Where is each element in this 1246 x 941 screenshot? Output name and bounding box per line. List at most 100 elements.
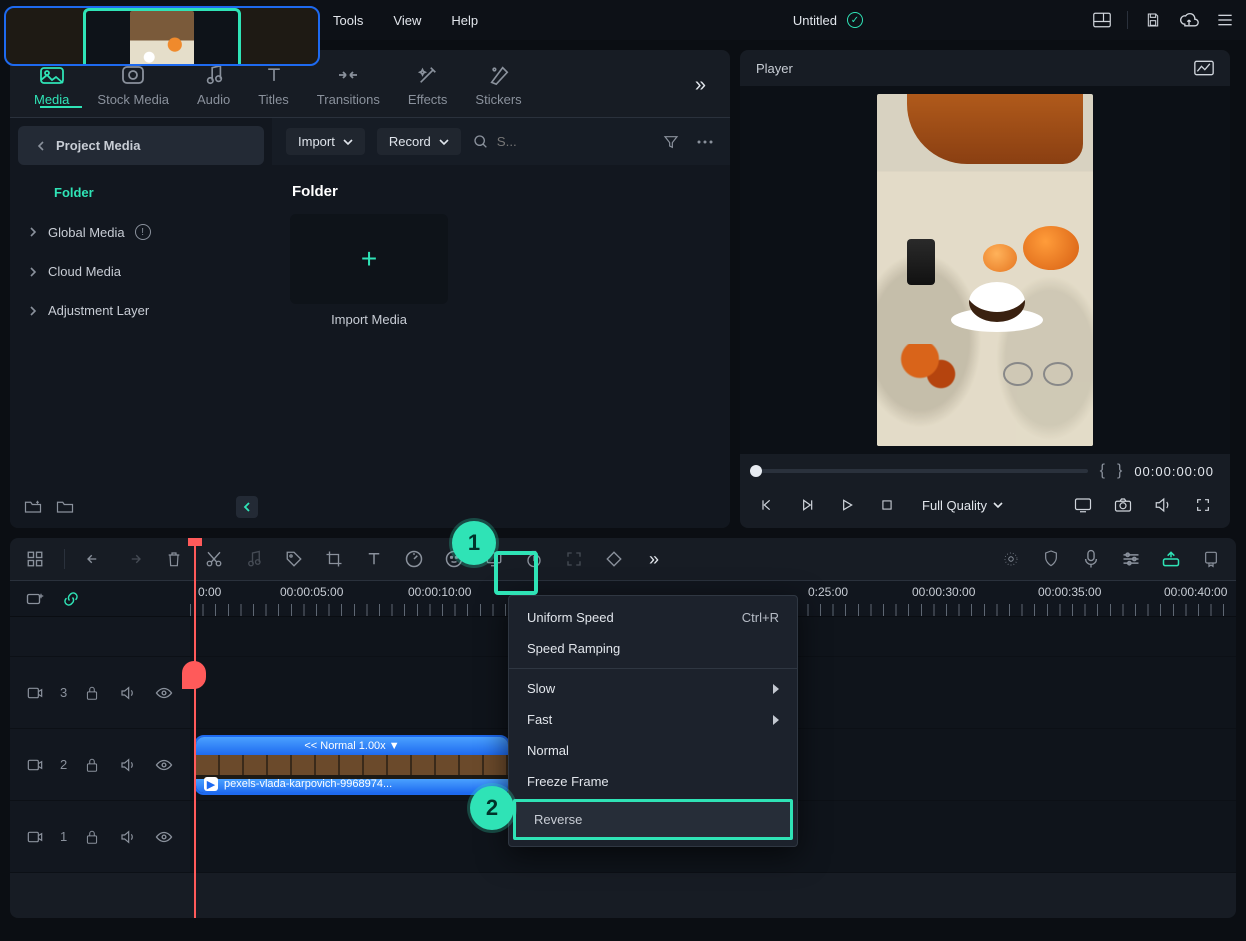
search-input[interactable] <box>495 133 523 150</box>
playhead[interactable] <box>194 538 196 918</box>
link-icon[interactable] <box>60 588 82 610</box>
menu-tools[interactable]: Tools <box>333 13 363 28</box>
normal-label: Normal <box>527 743 569 758</box>
play-next-button[interactable] <box>796 494 818 516</box>
lock-icon[interactable] <box>81 826 103 848</box>
cut-icon[interactable] <box>203 548 225 570</box>
undo-icon[interactable] <box>83 548 105 570</box>
tab-effects[interactable]: Effects <box>408 64 448 107</box>
focus-icon[interactable] <box>563 548 585 570</box>
tabs-overflow-icon[interactable]: » <box>695 74 706 97</box>
text-icon[interactable] <box>363 548 385 570</box>
tab-titles[interactable]: Titles <box>258 64 289 107</box>
sidebar-folder[interactable]: Folder <box>10 173 272 212</box>
mark-in-icon[interactable]: { <box>1100 462 1105 480</box>
prev-frame-button[interactable] <box>756 494 778 516</box>
search-field[interactable] <box>473 133 523 150</box>
sidebar-global-media[interactable]: Global Media ! <box>10 212 272 252</box>
sidebar-project-media[interactable]: Project Media <box>18 126 264 165</box>
grid-icon[interactable] <box>24 548 46 570</box>
titles-icon <box>261 64 287 86</box>
menu-speed-ramping[interactable]: Speed Ramping <box>509 633 797 664</box>
play-button[interactable] <box>836 494 858 516</box>
visibility-icon[interactable] <box>153 682 175 704</box>
document-title-area: Untitled ✓ <box>793 12 863 28</box>
snapshot-icon[interactable] <box>1112 494 1134 516</box>
overflow-icon[interactable]: » <box>643 548 665 570</box>
video-track-icon[interactable] <box>24 826 46 848</box>
player-stage[interactable] <box>740 86 1230 454</box>
mark-out-icon[interactable]: } <box>1117 462 1122 480</box>
microphone-icon[interactable] <box>1080 548 1102 570</box>
tab-audio[interactable]: Audio <box>197 64 230 107</box>
scrub-track[interactable] <box>756 469 1088 473</box>
new-folder-icon[interactable] <box>24 498 42 516</box>
import-dropdown[interactable]: Import <box>286 128 365 155</box>
track-2-head: 2 <box>10 729 190 800</box>
crop-icon[interactable] <box>323 548 345 570</box>
clip-speed-bar[interactable]: << Normal 1.00x ▼ <box>196 737 508 755</box>
filter-icon[interactable] <box>660 131 682 153</box>
menu-view[interactable]: View <box>393 13 421 28</box>
save-icon[interactable] <box>1142 9 1164 31</box>
mute-icon[interactable] <box>117 754 139 776</box>
chevron-down-icon <box>343 137 353 147</box>
ruler-label: 00:00:10:00 <box>408 585 471 599</box>
video-track-icon[interactable] <box>24 682 46 704</box>
tab-media[interactable]: Media <box>34 64 69 107</box>
folder-icon[interactable] <box>56 498 74 516</box>
audio-icon <box>201 64 227 86</box>
graph-icon[interactable] <box>1194 60 1214 76</box>
video-track-icon[interactable] <box>24 754 46 776</box>
marker-icon[interactable] <box>1200 548 1222 570</box>
visibility-icon[interactable] <box>153 754 175 776</box>
stop-button[interactable] <box>876 494 898 516</box>
mixer-icon[interactable] <box>1120 548 1142 570</box>
mute-icon[interactable] <box>117 826 139 848</box>
menu-fast[interactable]: Fast <box>509 704 797 735</box>
import-media-tile[interactable]: + Import Media <box>290 214 448 327</box>
tab-stickers[interactable]: Stickers <box>475 64 521 107</box>
cloud-upload-icon[interactable] <box>1178 9 1200 31</box>
tag-icon[interactable] <box>283 548 305 570</box>
fullscreen-icon[interactable] <box>1192 494 1214 516</box>
menu-normal[interactable]: Normal <box>509 735 797 766</box>
menu-freeze-frame[interactable]: Freeze Frame <box>509 766 797 797</box>
menu-uniform-speed[interactable]: Uniform Speed Ctrl+R <box>509 602 797 633</box>
menu-reverse[interactable]: Reverse <box>513 799 793 840</box>
mute-icon[interactable] <box>117 682 139 704</box>
music-icon[interactable] <box>243 548 265 570</box>
speed-icon[interactable] <box>403 548 425 570</box>
collapse-sidebar-button[interactable] <box>236 496 258 518</box>
visibility-icon[interactable] <box>153 826 175 848</box>
quality-dropdown[interactable]: Full Quality <box>922 498 1003 513</box>
add-track-icon[interactable] <box>24 588 46 610</box>
hamburger-icon[interactable] <box>1214 9 1236 31</box>
record-dropdown[interactable]: Record <box>377 128 461 155</box>
render-icon[interactable] <box>1160 548 1182 570</box>
layout-icon[interactable] <box>1091 9 1113 31</box>
delete-icon[interactable] <box>163 548 185 570</box>
cast-icon[interactable] <box>1072 494 1094 516</box>
scrub-thumb[interactable] <box>750 465 762 477</box>
track-1-head: 1 <box>10 801 190 872</box>
sparkle-icon[interactable] <box>1000 548 1022 570</box>
reverse-label: Reverse <box>534 812 582 827</box>
timeline-clip[interactable]: << Normal 1.00x ▼ ▶ pexels-vlada-karpovi… <box>194 735 510 795</box>
tab-transitions[interactable]: Transitions <box>317 64 380 107</box>
track-3-num: 3 <box>60 685 67 700</box>
sidebar-cloud-media[interactable]: Cloud Media <box>10 252 272 291</box>
lock-icon[interactable] <box>81 682 103 704</box>
speed-marker[interactable] <box>182 661 206 689</box>
shield-icon[interactable] <box>1040 548 1062 570</box>
tab-stock-media[interactable]: Stock Media <box>97 64 169 107</box>
keyframe-icon[interactable] <box>603 548 625 570</box>
menu-help[interactable]: Help <box>451 13 478 28</box>
media-clip-tile[interactable]: ✓ pexels-vlada-karpovic... <box>10 50 320 66</box>
more-icon[interactable] <box>694 131 716 153</box>
volume-icon[interactable] <box>1152 494 1174 516</box>
redo-icon[interactable] <box>123 548 145 570</box>
sidebar-adjustment-layer[interactable]: Adjustment Layer <box>10 291 272 330</box>
menu-slow[interactable]: Slow <box>509 673 797 704</box>
lock-icon[interactable] <box>81 754 103 776</box>
